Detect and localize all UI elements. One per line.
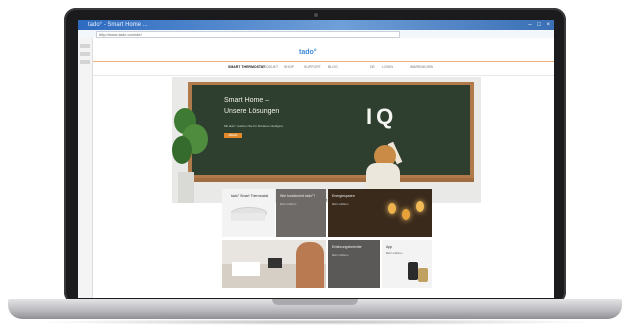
laptop-notch xyxy=(272,299,358,305)
hero-subtitle: Mit tado° machen Sie Ihr Zuhause intelli… xyxy=(224,124,284,128)
nav-divider xyxy=(93,75,554,76)
chalkboard-ledge xyxy=(188,178,474,182)
webcam xyxy=(314,13,318,17)
chalk-drawing: IQ xyxy=(366,104,398,129)
sofa-shape xyxy=(232,262,260,276)
nav-item-cart[interactable]: WARENKORB xyxy=(410,65,433,69)
tile-text: Mehr erfahren xyxy=(280,203,297,206)
tile-text: Mehr erfahren xyxy=(332,203,349,206)
window-controls[interactable]: – □ × xyxy=(528,21,552,29)
nav-item-support[interactable]: SUPPORT xyxy=(304,65,321,69)
sidebar-button[interactable] xyxy=(80,60,90,64)
hero-cta-button[interactable]: MEHR xyxy=(224,133,242,138)
nav-item-shop[interactable]: SHOP xyxy=(284,65,294,69)
nav-item-blog[interactable]: BLOG xyxy=(328,65,338,69)
tile-energy[interactable]: Energiesparen Mehr erfahren xyxy=(328,189,432,237)
tile-title: Erfahrungsberichte xyxy=(332,245,362,249)
nav-item-login[interactable]: LOGIN xyxy=(382,65,393,69)
tile-title: Energiesparen xyxy=(332,194,355,198)
nav-item-language[interactable]: DE xyxy=(370,65,375,69)
laptop-shadow xyxy=(30,319,600,325)
tile-title: Wie funktioniert tado°? xyxy=(280,194,316,198)
phone-icon xyxy=(418,268,428,282)
nav-item-smart-thermostat[interactable]: SMART THERMOSTAT xyxy=(228,65,265,69)
tile-title: App xyxy=(386,245,393,249)
header-accent-line xyxy=(93,61,554,62)
bulb-icon xyxy=(402,209,410,220)
sidebar-button[interactable] xyxy=(80,52,90,56)
tile-text: Mehr erfahren xyxy=(332,254,349,257)
person-figure xyxy=(296,242,324,288)
tile-title: tado° Smart Thermostat xyxy=(231,194,269,198)
bulb-icon xyxy=(388,203,396,214)
tile-thermostat[interactable]: tado° Smart Thermostat xyxy=(222,189,275,237)
plant-leaves xyxy=(172,136,192,164)
hero-title-line1: Smart Home – xyxy=(224,97,270,104)
tile-text: Mehr erfahren xyxy=(386,252,403,255)
hero-title-line2: Unsere Lösungen xyxy=(224,108,280,115)
site-logo[interactable]: tado° xyxy=(299,49,317,57)
plant-pot xyxy=(178,172,194,203)
tablet-icon xyxy=(268,258,282,268)
browser-window-title: tado° - Smart Home ... xyxy=(88,22,148,28)
tile-room[interactable] xyxy=(222,240,326,288)
laptop-screen: tado° - Smart Home ... – □ × http://www.… xyxy=(78,20,554,298)
address-bar[interactable]: http://www.tado.com/de/ xyxy=(96,31,400,38)
bulb-icon xyxy=(416,201,424,212)
tile-how-it-works[interactable]: Wie funktioniert tado°? Mehr erfahren xyxy=(276,189,326,237)
thermostat-body xyxy=(231,213,265,221)
tile-app[interactable]: App Mehr erfahren xyxy=(382,240,432,288)
nav-item-produkt[interactable]: PRODUKT xyxy=(261,65,278,69)
sidebar-button[interactable] xyxy=(80,44,90,48)
tile-testimonials[interactable]: Erfahrungsberichte Mehr erfahren xyxy=(328,240,380,288)
browser-sidebar xyxy=(78,38,93,298)
phone-icon xyxy=(408,262,418,280)
browser-title-bar xyxy=(78,20,554,30)
